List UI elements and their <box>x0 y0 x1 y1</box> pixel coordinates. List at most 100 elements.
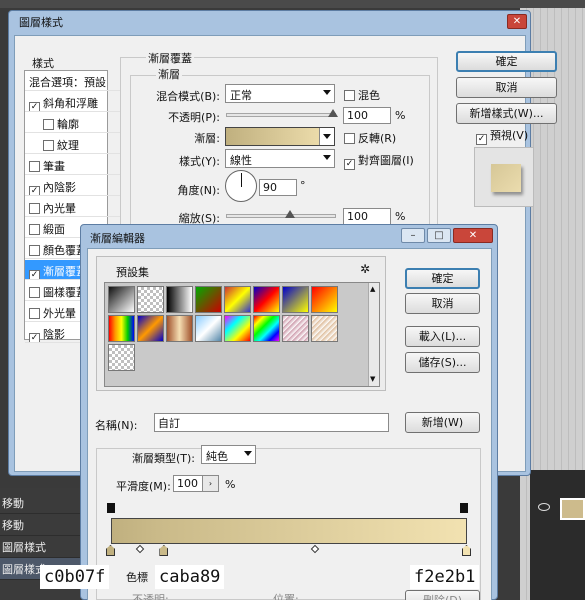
chevron-down-icon <box>244 451 252 456</box>
ge-ok-button[interactable]: 確定 <box>405 268 480 289</box>
gradient-preset[interactable] <box>282 286 309 313</box>
gradient-preset[interactable] <box>253 315 280 342</box>
hex-label-stop-2: caba89 <box>155 565 225 589</box>
layer-thumbnail[interactable] <box>560 498 585 520</box>
check-icon[interactable]: ✓ <box>29 102 40 111</box>
presets-scrollbar[interactable]: ▲ ▼ <box>368 283 379 386</box>
angle-unit: ° <box>300 179 306 192</box>
dial-needle <box>241 173 242 187</box>
checkbox-icon[interactable] <box>29 245 40 256</box>
history-item[interactable]: 圖層樣式 <box>0 536 90 558</box>
gear-icon[interactable]: ✲ <box>360 262 370 276</box>
style-item[interactable]: 輪廓 <box>25 113 120 133</box>
gradient-preset[interactable] <box>224 315 251 342</box>
maximize-icon[interactable]: □ <box>427 228 451 243</box>
opacity-slider[interactable] <box>226 109 338 117</box>
stepper-arrow-icon[interactable]: › <box>202 475 219 492</box>
gradient-bar[interactable] <box>111 518 467 544</box>
angle-input[interactable]: 90 <box>259 179 297 196</box>
style-item[interactable]: 內光暈 <box>25 197 120 217</box>
checkbox-icon[interactable] <box>43 140 54 151</box>
checkbox-icon[interactable] <box>29 224 40 235</box>
opacity-stop-left[interactable] <box>107 503 115 513</box>
style-item-label: 緞面 <box>43 223 65 236</box>
style-item-label: 內陰影 <box>43 181 76 194</box>
history-item[interactable]: 移動 <box>0 514 90 536</box>
gradient-preset[interactable] <box>311 315 338 342</box>
new-style-button[interactable]: 新增樣式(W)... <box>456 103 557 124</box>
window-title: 漸層編輯器 <box>90 232 145 245</box>
load-button[interactable]: 載入(L)... <box>405 326 480 347</box>
minimize-icon[interactable]: – <box>401 228 425 243</box>
style-item[interactable]: ✓ 斜角和浮雕 <box>25 92 120 112</box>
checkbox-icon[interactable] <box>43 119 54 130</box>
checkbox-icon[interactable] <box>29 308 40 319</box>
name-input[interactable]: 自訂 <box>154 413 389 432</box>
angle-dial-icon[interactable] <box>225 170 257 202</box>
scroll-up-icon[interactable]: ▲ <box>370 285 375 293</box>
opacity-unit: % <box>395 109 406 122</box>
align-checkbox[interactable]: ✓ 對齊圖層(I) <box>344 152 414 170</box>
eye-icon[interactable] <box>538 503 550 511</box>
style-select[interactable]: 線性 <box>225 149 335 168</box>
gradient-preset[interactable] <box>108 344 135 371</box>
close-icon[interactable]: ✕ <box>507 14 527 29</box>
check-icon: ✓ <box>476 134 487 145</box>
check-icon[interactable]: ✓ <box>29 333 40 342</box>
presets-label: 預設集 <box>116 266 149 279</box>
gradient-preset[interactable] <box>108 286 135 313</box>
style-preview <box>474 147 534 207</box>
checkbox-icon[interactable] <box>29 287 40 298</box>
gradient-preset[interactable] <box>108 315 135 342</box>
checkbox-icon[interactable] <box>29 161 40 172</box>
preview-swatch <box>491 164 521 192</box>
style-item[interactable]: 紋理 <box>25 134 120 154</box>
check-icon[interactable]: ✓ <box>29 270 40 279</box>
gradient-preset[interactable] <box>166 315 193 342</box>
scroll-down-icon[interactable]: ▼ <box>370 375 375 383</box>
gradient-preset[interactable] <box>195 315 222 342</box>
slider-knob[interactable] <box>328 109 338 117</box>
cancel-button[interactable]: 取消 <box>456 77 557 98</box>
new-gradient-button[interactable]: 新增(W) <box>405 412 480 433</box>
gradient-preset[interactable] <box>166 286 193 313</box>
checkbox-icon[interactable] <box>29 203 40 214</box>
scale-input[interactable]: 100 <box>343 208 391 225</box>
scale-slider[interactable] <box>226 210 336 218</box>
stop-location-label: 位置: <box>273 593 299 600</box>
check-icon[interactable]: ✓ <box>29 186 40 195</box>
gradient-preset[interactable] <box>195 286 222 313</box>
gradient-preset[interactable] <box>224 286 251 313</box>
opacity-stop-right[interactable] <box>460 503 468 513</box>
gradient-preset[interactable] <box>137 315 164 342</box>
gradient-preset[interactable] <box>253 286 280 313</box>
close-icon[interactable]: ✕ <box>453 228 493 243</box>
history-item[interactable]: 移動 <box>0 492 90 514</box>
blend-mode-select[interactable]: 正常 <box>225 84 335 103</box>
presets-grid <box>104 282 380 387</box>
gradient-type-select[interactable]: 純色 <box>201 445 256 464</box>
gradient-preset[interactable] <box>282 315 309 342</box>
preview-checkbox[interactable]: ✓ 預視(V) <box>476 127 528 145</box>
dither-checkbox[interactable]: 混色 <box>344 87 380 103</box>
slider-knob[interactable] <box>285 210 295 218</box>
color-stops-group-label: 色標 <box>126 571 148 584</box>
style-item-label: 斜角和浮雕 <box>43 97 98 110</box>
ge-cancel-button[interactable]: 取消 <box>405 293 480 314</box>
save-button[interactable]: 儲存(S)... <box>405 352 480 373</box>
gradient-preset[interactable] <box>137 286 164 313</box>
gradient-dropdown[interactable] <box>319 128 334 145</box>
reverse-checkbox[interactable]: 反轉(R) <box>344 130 396 146</box>
style-item[interactable]: ✓ 內陰影 <box>25 176 120 196</box>
style-item[interactable]: 筆畫 <box>25 155 120 175</box>
opacity-input[interactable]: 100 <box>343 107 391 124</box>
opacity-label: 不透明(P): <box>168 111 220 124</box>
ok-button[interactable]: 確定 <box>456 51 557 72</box>
stop-opacity-label: 不透明: <box>132 593 169 600</box>
chevron-down-icon <box>323 134 331 139</box>
smoothness-input[interactable]: 100 <box>173 475 203 492</box>
style-item[interactable]: 混合選項：預設 <box>25 71 120 91</box>
delete-stop-button[interactable]: 刪除(D) <box>405 590 480 600</box>
hex-label-stop-1: c0b07f <box>40 565 110 589</box>
gradient-preset[interactable] <box>311 286 338 313</box>
